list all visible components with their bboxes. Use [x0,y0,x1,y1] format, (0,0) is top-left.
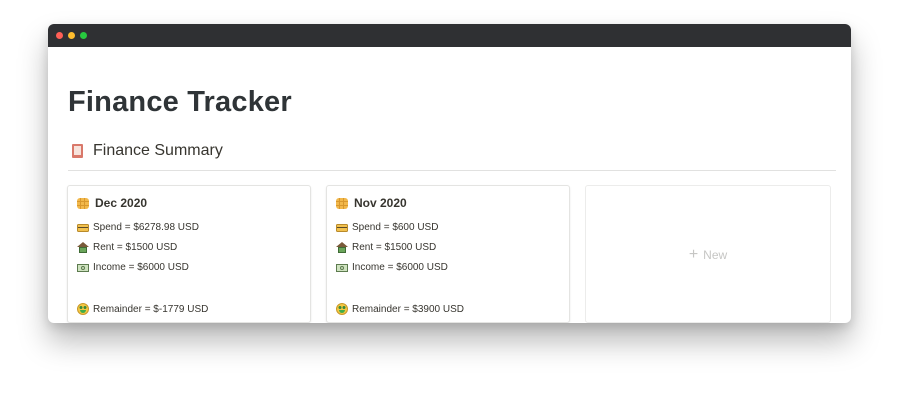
remainder-row: Remainder = $3900 USD [336,303,464,315]
page-title[interactable]: Finance Tracker [68,88,292,117]
section-title[interactable]: Finance Summary [93,142,223,160]
credit-card-icon [336,223,348,232]
new-card-button[interactable]: + New [585,185,831,323]
banknote-icon [77,263,89,272]
section-divider [68,170,836,171]
card-title: Nov 2020 [336,196,407,210]
waffle-icon [336,197,348,209]
gallery-card[interactable]: Nov 2020 Spend = $600 USD Rent = $1500 U… [326,185,570,323]
spend-value: Spend = $6278.98 USD [93,222,199,233]
money-face-icon [336,303,348,315]
book-icon [71,143,85,159]
spend-value: Spend = $600 USD [352,222,439,233]
remainder-value: Remainder = $-1779 USD [93,303,209,315]
section-header: Finance Summary [71,142,223,160]
plus-icon: + [688,246,699,263]
gallery-card[interactable]: Dec 2020 Spend = $6278.98 USD Rent = $15… [67,185,311,323]
maximize-window-button[interactable] [80,32,87,39]
rent-row: Rent = $1500 USD [77,242,177,253]
rent-value: Rent = $1500 USD [352,242,437,253]
card-title-text: Nov 2020 [354,196,407,210]
window-titlebar [48,24,851,47]
new-card-label: + New [586,247,830,263]
income-value: Income = $6000 USD [352,262,448,273]
income-row: Income = $6000 USD [336,262,448,273]
waffle-icon [77,197,89,209]
spend-row: Spend = $6278.98 USD [77,222,199,233]
page-content: Finance Tracker Finance Summary Dec 2020… [48,47,851,323]
income-value: Income = $6000 USD [93,262,189,273]
money-face-icon [77,303,89,315]
house-icon [336,242,348,253]
new-card-text: New [703,248,728,262]
card-title-text: Dec 2020 [95,196,148,210]
remainder-value: Remainder = $3900 USD [352,303,465,315]
minimize-window-button[interactable] [68,32,75,39]
house-icon [77,242,89,253]
close-window-button[interactable] [56,32,63,39]
income-row: Income = $6000 USD [77,262,189,273]
rent-row: Rent = $1500 USD [336,242,436,253]
remainder-row: Remainder = $-1779 USD [77,303,208,315]
card-title: Dec 2020 [77,196,147,210]
app-window: Finance Tracker Finance Summary Dec 2020… [48,24,851,323]
credit-card-icon [77,223,89,232]
rent-value: Rent = $1500 USD [93,242,178,253]
banknote-icon [336,263,348,272]
spend-row: Spend = $600 USD [336,222,438,233]
